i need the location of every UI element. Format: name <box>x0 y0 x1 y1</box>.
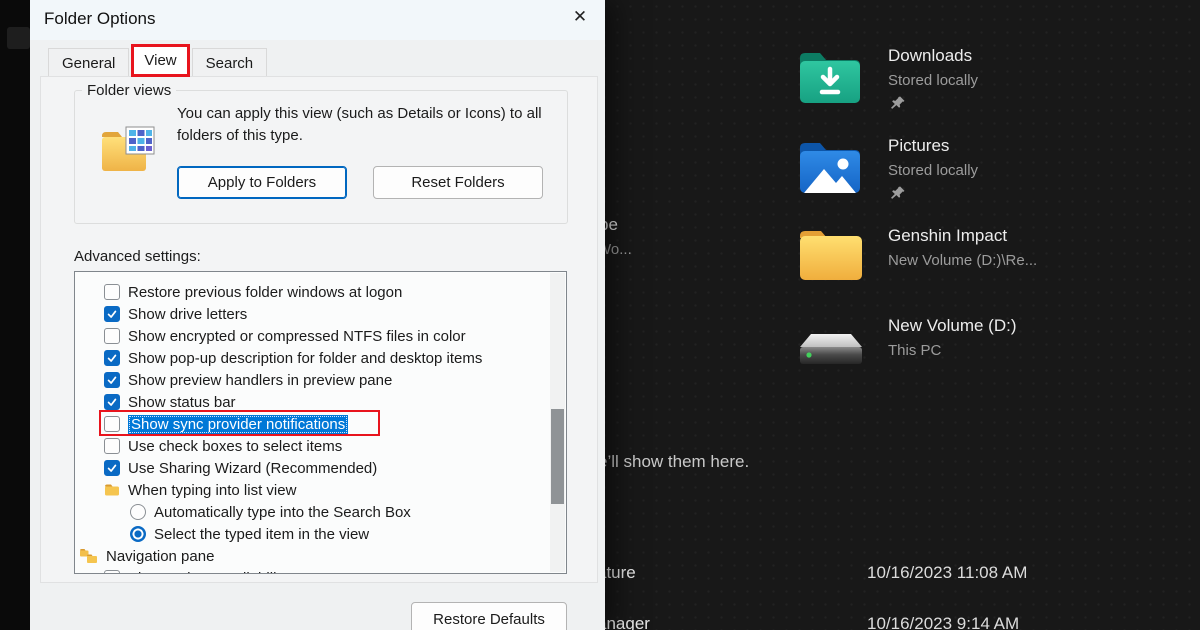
explorer-item-subtitle: Stored locally <box>888 162 978 179</box>
explorer-item-genshin-impact[interactable]: Genshin Impact New Volume (D:)\Re... <box>798 224 1198 314</box>
advanced-setting-label[interactable]: Select the typed item in the view <box>154 526 369 543</box>
explorer-item-pictures[interactable]: Pictures Stored locally <box>798 134 1198 224</box>
folder-options-dialog: Folder Options ✕ GeneralViewSearch Folde… <box>30 0 605 630</box>
advanced-setting-label[interactable]: Show status bar <box>128 394 236 411</box>
checkbox-checked-icon[interactable] <box>104 350 120 366</box>
checkbox-checked-icon[interactable] <box>104 460 120 476</box>
advanced-setting-row[interactable]: Navigation pane <box>75 545 566 567</box>
explorer-item-subtitle: This PC <box>888 342 941 359</box>
checkbox-unchecked-icon[interactable] <box>104 438 120 454</box>
advanced-setting-label[interactable]: Show sync provider notifications <box>128 415 348 434</box>
explorer-item-title[interactable]: Downloads <box>888 46 972 66</box>
advanced-setting-label[interactable]: Automatically type into the Search Box <box>154 504 411 521</box>
advanced-settings-list[interactable]: Restore previous folder windows at logon… <box>74 271 567 574</box>
explorer-item-title[interactable]: Pictures <box>888 136 949 156</box>
drive-icon[interactable] <box>798 325 864 378</box>
folder-icon[interactable] <box>798 228 864 287</box>
detail-row-date: 10/16/2023 11:08 AM <box>867 563 1027 583</box>
advanced-setting-row[interactable]: Show status bar <box>75 391 566 413</box>
tab-view[interactable]: View <box>131 44 189 77</box>
recent-files-hint: e’ll show them here. <box>598 452 749 472</box>
advanced-setting-row[interactable]: Show pop-up description for folder and d… <box>75 347 566 369</box>
advanced-setting-row[interactable]: When typing into list view <box>75 479 566 501</box>
radio-selected-icon[interactable] <box>130 526 146 542</box>
reset-folders-button[interactable]: Reset Folders <box>373 166 543 199</box>
advanced-setting-row[interactable]: Show preview handlers in preview pane <box>75 369 566 391</box>
detail-row-date: 10/16/2023 9:14 AM <box>867 614 1019 630</box>
folder-icon <box>104 483 120 497</box>
close-icon[interactable]: ✕ <box>564 2 596 32</box>
advanced-setting-row[interactable]: Select the typed item in the view <box>75 523 566 545</box>
advanced-setting-row[interactable]: Always show availability status <box>75 567 566 574</box>
checkbox-checked-icon[interactable] <box>104 372 120 388</box>
dialog-titlebar: Folder Options ✕ <box>30 0 605 40</box>
pictures-folder-icon[interactable] <box>798 138 862 201</box>
advanced-setting-label[interactable]: Show pop-up description for folder and d… <box>128 350 482 367</box>
checkbox-unchecked-icon[interactable] <box>104 284 120 300</box>
advanced-setting-label[interactable]: Show drive letters <box>128 306 247 323</box>
advanced-setting-label[interactable]: Show preview handlers in preview pane <box>128 372 392 389</box>
explorer-item-downloads[interactable]: Downloads Stored locally <box>798 44 1198 134</box>
tab-search[interactable]: Search <box>192 48 268 77</box>
tree-folders-icon <box>79 548 98 564</box>
tab-general[interactable]: General <box>48 48 129 77</box>
background-window-fragment <box>7 27 30 49</box>
advanced-settings-label: Advanced settings: <box>74 248 201 265</box>
pin-icon <box>890 186 905 206</box>
downloads-folder-icon[interactable] <box>798 48 862 111</box>
explorer-item-new-volume-d-[interactable]: New Volume (D:) This PC <box>798 314 1198 404</box>
tab-strip: GeneralViewSearch <box>48 44 267 77</box>
restore-defaults-button[interactable]: Restore Defaults <box>411 602 567 630</box>
advanced-setting-label[interactable]: Restore previous folder windows at logon <box>128 284 402 301</box>
advanced-setting-label[interactable]: Use Sharing Wizard (Recommended) <box>128 460 377 477</box>
explorer-item-title[interactable]: Genshin Impact <box>888 226 1007 246</box>
advanced-setting-label[interactable]: Show encrypted or compressed NTFS files … <box>128 328 466 345</box>
advanced-setting-row[interactable]: Use check boxes to select items <box>75 435 566 457</box>
background-window-edge <box>0 0 30 630</box>
folder-views-legend: Folder views <box>82 82 176 99</box>
advanced-setting-label[interactable]: Navigation pane <box>106 548 214 565</box>
folder-views-description: You can apply this view (such as Details… <box>177 103 559 147</box>
folder-with-details-grid-icon <box>100 124 156 179</box>
radio-unselected-icon[interactable] <box>130 504 146 520</box>
advanced-setting-row[interactable]: Automatically type into the Search Box <box>75 501 566 523</box>
checkbox-unchecked-icon[interactable] <box>104 570 120 574</box>
advanced-setting-row[interactable]: Show encrypted or compressed NTFS files … <box>75 325 566 347</box>
checkbox-checked-icon[interactable] <box>104 306 120 322</box>
checkbox-unchecked-icon[interactable] <box>104 416 120 432</box>
dialog-title: Folder Options <box>44 9 156 29</box>
checkbox-unchecked-icon[interactable] <box>104 328 120 344</box>
advanced-setting-row[interactable]: Use Sharing Wizard (Recommended) <box>75 457 566 479</box>
checkbox-checked-icon[interactable] <box>104 394 120 410</box>
explorer-item-title[interactable]: New Volume (D:) <box>888 316 1016 336</box>
advanced-setting-label[interactable]: Always show availability status <box>128 570 332 575</box>
advanced-setting-row[interactable]: Show drive letters <box>75 303 566 325</box>
advanced-setting-label[interactable]: Use check boxes to select items <box>128 438 342 455</box>
explorer-item-subtitle: Stored locally <box>888 72 978 89</box>
apply-to-folders-button[interactable]: Apply to Folders <box>177 166 347 199</box>
advanced-setting-row[interactable]: Restore previous folder windows at logon <box>75 281 566 303</box>
explorer-item-subtitle: New Volume (D:)\Re... <box>888 252 1037 269</box>
advanced-setting-row[interactable]: Show sync provider notifications <box>75 413 566 435</box>
pin-icon <box>890 96 905 116</box>
advanced-setting-label[interactable]: When typing into list view <box>128 482 296 499</box>
